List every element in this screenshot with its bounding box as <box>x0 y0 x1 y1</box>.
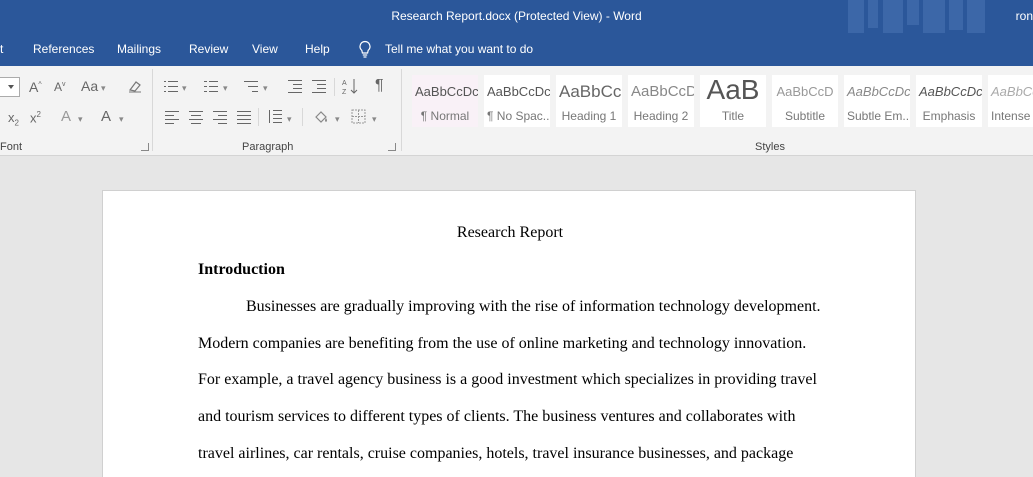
style-heading-2[interactable]: AaBbCcD Heading 2 <box>628 75 694 127</box>
font-group-label: Font <box>0 141 23 153</box>
window-title: Research Report.docx (Protected View) - … <box>391 9 642 23</box>
style-subtle-emphasis[interactable]: AaBbCcDc Subtle Em... <box>844 75 910 127</box>
chevron-down-icon[interactable]: ▾ <box>223 83 228 94</box>
chevron-down-icon[interactable]: ▾ <box>372 114 377 125</box>
borders-icon[interactable] <box>351 109 366 124</box>
shading-icon[interactable] <box>313 108 331 126</box>
tab-view[interactable]: View <box>252 42 278 56</box>
bullets-icon[interactable] <box>164 80 178 92</box>
chevron-down-icon[interactable]: ▾ <box>263 83 268 94</box>
paragraph-dialog-launcher-icon[interactable] <box>388 143 396 151</box>
chevron-down-icon[interactable]: ▾ <box>119 114 124 125</box>
style-no-spacing[interactable]: AaBbCcDc ¶ No Spac... <box>484 75 550 127</box>
style-subtitle[interactable]: AaBbCcD Subtitle <box>772 75 838 127</box>
chevron-down-icon[interactable]: ▾ <box>78 114 83 125</box>
paragraph-line: For example, a travel agency business is… <box>198 371 817 388</box>
paragraph-line: travel airlines, car rentals, cruise com… <box>198 445 794 462</box>
style-title[interactable]: AaB Title <box>700 74 766 127</box>
svg-text:A: A <box>342 80 347 87</box>
tab-review[interactable]: Review <box>189 42 228 56</box>
style-normal[interactable]: AaBbCcDc ¶ Normal <box>412 75 478 127</box>
tab-help[interactable]: Help <box>305 42 330 56</box>
tab-references[interactable]: References <box>33 42 94 56</box>
multilevel-list-icon[interactable] <box>244 80 258 92</box>
style-intense[interactable]: AaBbCcDc Intense <box>988 75 1033 127</box>
increase-indent-icon[interactable] <box>312 80 326 93</box>
separator <box>258 108 259 126</box>
align-right-icon[interactable] <box>213 111 227 124</box>
paragraph-line: Modern companies are benefiting from the… <box>198 335 807 352</box>
ribbon: A^ Av Aa ▾ x2 x2 A ▾ A ▾ Font ▾ ▾ ▾ A Z … <box>0 66 1033 156</box>
justify-icon[interactable] <box>237 111 251 124</box>
chevron-down-icon[interactable]: ▾ <box>287 114 292 125</box>
style-heading-1[interactable]: AaBbCc Heading 1 <box>556 75 622 127</box>
tab-mailings[interactable]: Mailings <box>117 42 161 56</box>
title-bar: Research Report.docx (Protected View) - … <box>0 0 1033 33</box>
group-separator <box>401 69 402 151</box>
decrease-indent-icon[interactable] <box>288 80 302 93</box>
font-size-dropdown[interactable] <box>0 77 20 97</box>
grow-font-button[interactable]: A^ <box>29 79 42 95</box>
change-case-button[interactable]: Aa <box>81 78 98 94</box>
document-title: Research Report <box>456 224 564 241</box>
align-center-icon[interactable] <box>189 111 203 124</box>
chevron-down-icon[interactable]: ▾ <box>182 83 187 94</box>
style-emphasis[interactable]: AaBbCcDc Emphasis <box>916 75 982 127</box>
document-area[interactable]: Research Report Introduction Businesses … <box>0 157 1033 477</box>
tell-me-search[interactable]: Tell me what you want to do <box>385 42 533 56</box>
lightbulb-icon[interactable] <box>358 40 372 58</box>
align-left-icon[interactable] <box>165 111 179 124</box>
section-heading: Introduction <box>198 261 285 278</box>
document-page[interactable]: Research Report Introduction Businesses … <box>102 190 916 477</box>
tab-layout[interactable]: t <box>0 42 3 56</box>
numbering-icon[interactable] <box>204 80 218 92</box>
paragraph-line: Businesses are gradually improving with … <box>246 298 821 315</box>
paragraph-line: and tourism services to different types … <box>198 408 796 425</box>
clear-formatting-icon[interactable] <box>127 78 143 94</box>
paragraph-group-label: Paragraph <box>242 141 294 153</box>
sort-icon[interactable]: A Z <box>342 77 358 95</box>
text-effects-button[interactable]: A <box>61 108 71 125</box>
separator <box>302 108 303 126</box>
shrink-font-button[interactable]: Av <box>54 80 66 94</box>
group-separator <box>152 69 153 151</box>
superscript-button[interactable]: x2 <box>30 110 41 125</box>
subscript-button[interactable]: x2 <box>8 110 19 128</box>
chevron-down-icon[interactable]: ▾ <box>335 114 340 125</box>
font-dialog-launcher-icon[interactable] <box>141 143 149 151</box>
ribbon-tabs: t References Mailings Review View Help T… <box>0 33 1033 66</box>
svg-text:Z: Z <box>342 89 347 95</box>
separator <box>334 78 335 96</box>
chevron-down-icon[interactable]: ▾ <box>101 83 106 94</box>
line-spacing-icon[interactable] <box>268 110 282 123</box>
user-name[interactable]: ron <box>1016 9 1033 23</box>
styles-group-label: Styles <box>755 141 785 153</box>
show-formatting-marks-icon[interactable]: ¶ <box>375 77 384 95</box>
font-color-button[interactable]: A <box>101 108 111 125</box>
